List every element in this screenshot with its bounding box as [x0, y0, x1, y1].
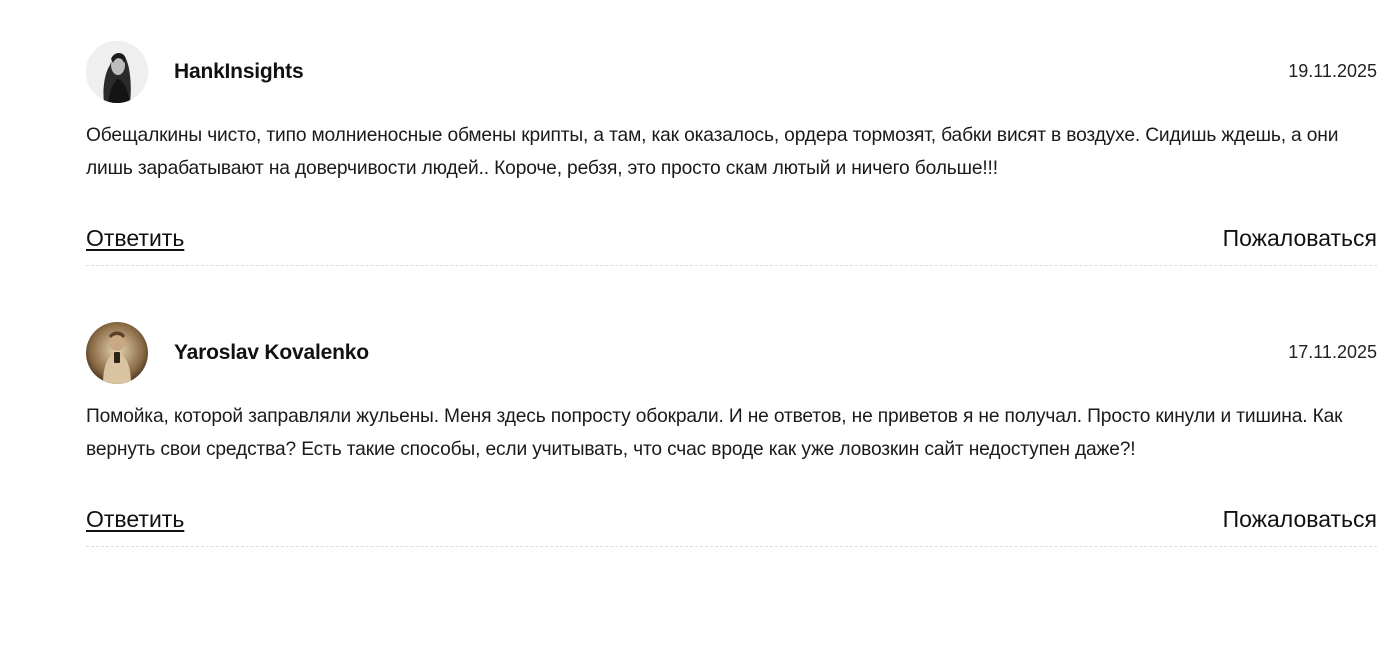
- comments-list: HankInsights 19.11.2025 Обещалкины чисто…: [86, 0, 1377, 555]
- comment-actions: Ответить Пожаловаться: [86, 225, 1377, 265]
- divider: [86, 265, 1377, 266]
- comment-item: HankInsights 19.11.2025 Обещалкины чисто…: [86, 40, 1377, 266]
- comment-item: Yaroslav Kovalenko 17.11.2025 Помойка, к…: [86, 321, 1377, 547]
- divider: [86, 546, 1377, 547]
- avatar: [86, 322, 148, 384]
- comment-date: 19.11.2025: [1288, 61, 1377, 81]
- comment-author: HankInsights: [174, 60, 304, 83]
- comment-author: Yaroslav Kovalenko: [174, 341, 369, 364]
- comment-text: Обещалкины чисто, типо молниеносные обме…: [86, 125, 1339, 179]
- comment-text: Помойка, которой заправляли жульены. Мен…: [86, 406, 1343, 460]
- avatar: [86, 41, 148, 103]
- reply-link[interactable]: Ответить: [86, 506, 184, 533]
- report-link[interactable]: Пожаловаться: [1223, 225, 1377, 252]
- comment-actions: Ответить Пожаловаться: [86, 506, 1377, 546]
- comment-header: HankInsights 19.11.2025: [86, 40, 1377, 104]
- reply-link[interactable]: Ответить: [86, 225, 184, 252]
- comment-header: Yaroslav Kovalenko 17.11.2025: [86, 321, 1377, 385]
- report-link[interactable]: Пожаловаться: [1223, 506, 1377, 533]
- comment-date: 17.11.2025: [1288, 342, 1377, 362]
